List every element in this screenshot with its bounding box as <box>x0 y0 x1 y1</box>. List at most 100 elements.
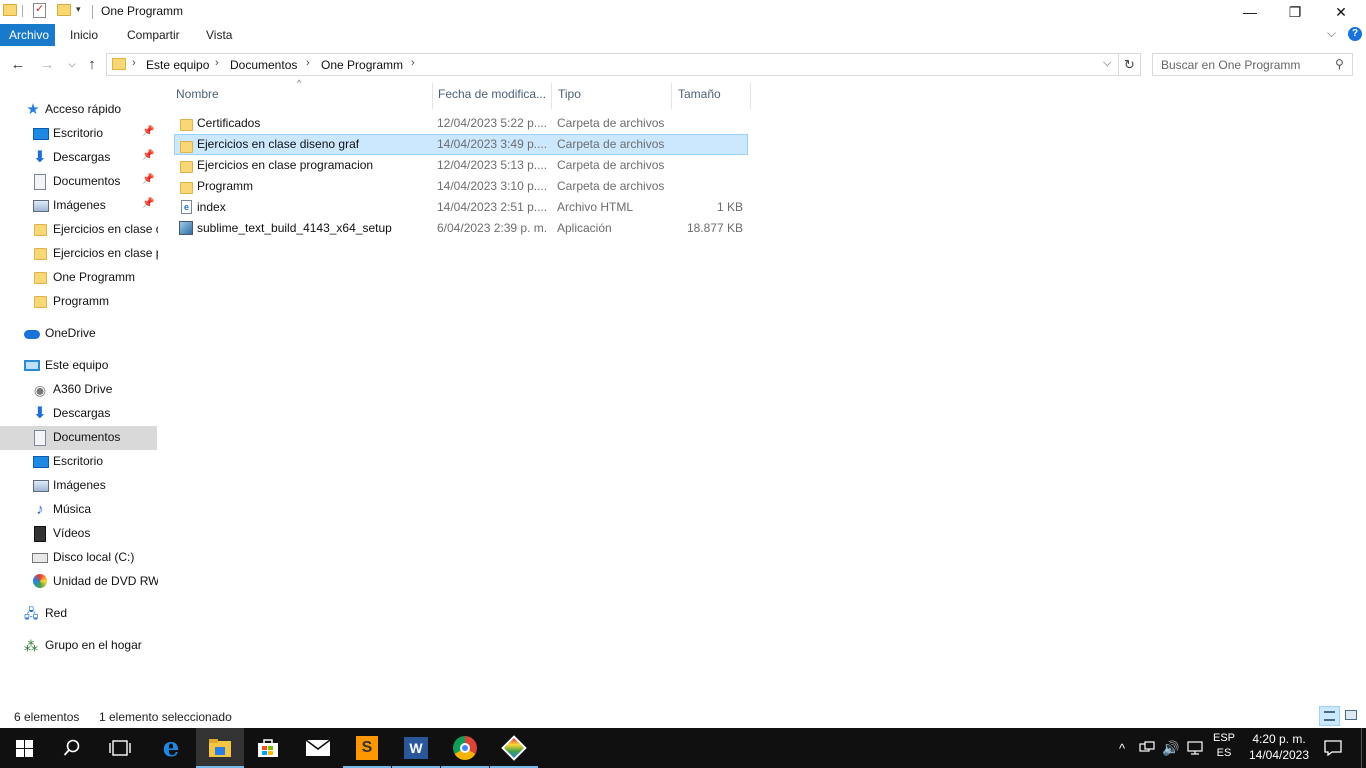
homegroup-icon: ⁂ <box>24 638 38 654</box>
sublime-text-button[interactable]: S <box>343 728 391 768</box>
document-icon <box>34 430 46 446</box>
search-button[interactable] <box>48 728 96 768</box>
table-row[interactable]: e index 14/04/2023 2:51 p.... Archivo HT… <box>174 197 748 218</box>
column-divider[interactable] <box>750 83 751 109</box>
tab-compartir[interactable]: Compartir <box>127 24 180 46</box>
nav-item-grupo-hogar[interactable]: ⁂ Grupo en el hogar <box>0 634 157 658</box>
new-folder-icon[interactable] <box>57 4 71 16</box>
nav-item-red[interactable]: 🖧 Red <box>0 602 157 626</box>
address-bar[interactable]: › Este equipo › Documentos › One Program… <box>106 53 1119 76</box>
customize-toolbar-chevron-icon[interactable]: ▾ <box>76 4 81 15</box>
store-button[interactable] <box>244 728 292 768</box>
table-row[interactable]: Programm 14/04/2023 3:10 p.... Carpeta d… <box>174 176 748 197</box>
chevron-right-icon[interactable]: › <box>215 57 219 69</box>
nav-item-dvd[interactable]: Unidad de DVD RW <box>0 570 158 594</box>
column-header-date[interactable]: Fecha de modifica... <box>432 85 546 110</box>
chevron-right-icon[interactable]: › <box>132 57 136 69</box>
chrome-button[interactable] <box>441 728 489 768</box>
tab-inicio[interactable]: Inicio <box>70 24 98 46</box>
chevron-right-icon[interactable]: › <box>306 57 310 69</box>
nav-item-label: Red <box>45 606 68 620</box>
close-button[interactable]: ✕ <box>1318 0 1364 24</box>
tab-vista[interactable]: Vista <box>206 24 232 46</box>
nav-item-descargas-pc[interactable]: ⬇ Descargas <box>0 402 157 426</box>
forward-button[interactable]: → <box>37 54 57 74</box>
nav-item-ejercicios-d[interactable]: Ejercicios en clase d <box>0 218 158 242</box>
expand-ribbon-icon[interactable]: ⌵ <box>1327 26 1336 41</box>
nav-item-este-equipo[interactable]: Este equipo <box>0 354 157 378</box>
input-language-button[interactable]: ESP ES <box>1209 732 1239 759</box>
volume-button[interactable]: 🔊 <box>1161 728 1181 768</box>
nav-item-documentos-pc[interactable]: Documentos <box>0 426 157 450</box>
nav-item-musica[interactable]: ♪ Música <box>0 498 157 522</box>
clock[interactable]: 4:20 p. m. 14/04/2023 <box>1244 732 1314 762</box>
details-view-button[interactable] <box>1319 706 1340 726</box>
nav-item-onedrive[interactable]: OneDrive <box>0 322 157 346</box>
table-row[interactable]: Ejercicios en clase programacion 12/04/2… <box>174 155 748 176</box>
nav-item-escritorio[interactable]: Escritorio 📌 <box>0 122 157 146</box>
nav-item-imagenes-pc[interactable]: Imágenes <box>0 474 157 498</box>
clock-time: 4:20 p. m. <box>1252 732 1306 746</box>
nav-item-disco-local[interactable]: Disco local (C:) <box>0 546 157 570</box>
tab-archivo[interactable]: Archivo <box>0 24 55 46</box>
nav-item-label: Imágenes <box>53 198 106 212</box>
show-hidden-icons-button[interactable]: ^ <box>1113 728 1131 768</box>
nav-item-label: OneDrive <box>45 326 96 340</box>
start-button[interactable] <box>0 728 48 768</box>
nav-item-descargas[interactable]: ⬇ Descargas 📌 <box>0 146 157 170</box>
minimize-button[interactable]: — <box>1227 0 1273 24</box>
nav-item-programm[interactable]: Programm <box>0 290 157 314</box>
table-row[interactable]: sublime_text_build_4143_x64_setup 6/04/2… <box>174 218 748 239</box>
back-button[interactable]: ← <box>8 54 28 74</box>
network-icon <box>1139 741 1155 752</box>
properties-icon[interactable] <box>33 2 46 18</box>
large-icons-view-button[interactable] <box>1343 708 1359 722</box>
git-button[interactable] <box>490 728 538 768</box>
up-button[interactable]: ↑ <box>82 54 102 74</box>
column-header-size[interactable]: Tamaño <box>672 85 721 110</box>
table-row[interactable]: Certificados 12/04/2023 5:22 p.... Carpe… <box>174 113 748 134</box>
column-header-type[interactable]: Tipo <box>552 85 581 110</box>
arrow-up-icon: ↑ <box>88 55 96 73</box>
breadcrumb-documentos[interactable]: Documentos <box>230 58 297 72</box>
nav-item-quick-access[interactable]: ★ Acceso rápido <box>0 98 157 122</box>
folder-icon[interactable] <box>3 4 17 16</box>
nav-item-one-programm[interactable]: One Programm <box>0 266 157 290</box>
nav-item-documentos[interactable]: Documentos 📌 <box>0 170 157 194</box>
pin-icon: 📌 <box>142 126 155 137</box>
breadcrumb-one-programm[interactable]: One Programm <box>321 58 403 72</box>
folder-icon <box>34 224 47 236</box>
nav-item-label: Imágenes <box>53 478 106 492</box>
mail-button[interactable] <box>294 728 342 768</box>
search-icon[interactable]: ⚲ <box>1335 57 1344 71</box>
network-tray-button[interactable] <box>1137 728 1157 768</box>
folder-icon <box>180 141 193 153</box>
table-row[interactable]: Ejercicios en clase diseno graf 14/04/20… <box>174 134 748 155</box>
nav-item-label: Descargas <box>53 406 111 420</box>
task-view-button[interactable] <box>96 728 144 768</box>
edge-button[interactable]: e <box>147 728 195 768</box>
word-button[interactable]: W <box>392 728 440 768</box>
action-center-button[interactable] <box>1318 728 1348 768</box>
address-dropdown-icon[interactable]: ⌵ <box>1103 57 1111 70</box>
nav-item-a360-drive[interactable]: ◉ A360 Drive <box>0 378 157 402</box>
chevron-right-icon[interactable]: › <box>411 57 415 69</box>
file-explorer-button[interactable] <box>196 728 244 768</box>
show-desktop-button[interactable] <box>1361 728 1366 768</box>
recent-locations-button[interactable]: ⌵ <box>62 54 82 74</box>
maximize-button[interactable]: ❐ <box>1272 0 1318 24</box>
nav-item-ejercicios-p[interactable]: Ejercicios en clase p <box>0 242 158 266</box>
refresh-button[interactable]: ↻ <box>1119 53 1141 76</box>
nav-item-videos[interactable]: Vídeos <box>0 522 157 546</box>
nav-item-label: Ejercicios en clase p <box>53 246 158 260</box>
file-list: ^ Nombre Fecha de modifica... Tipo Tamañ… <box>170 78 1360 705</box>
help-icon[interactable]: ? <box>1348 27 1362 41</box>
file-size: 18.877 KB <box>686 221 743 235</box>
nav-item-escritorio-pc[interactable]: Escritorio <box>0 450 157 474</box>
column-header-name[interactable]: Nombre <box>170 85 219 110</box>
ethernet-button[interactable] <box>1185 728 1205 768</box>
breadcrumb-este-equipo[interactable]: Este equipo <box>146 58 209 72</box>
nav-item-imagenes[interactable]: Imágenes 📌 <box>0 194 157 218</box>
search-box[interactable]: ⚲ <box>1152 53 1353 76</box>
search-input[interactable] <box>1161 54 1331 75</box>
